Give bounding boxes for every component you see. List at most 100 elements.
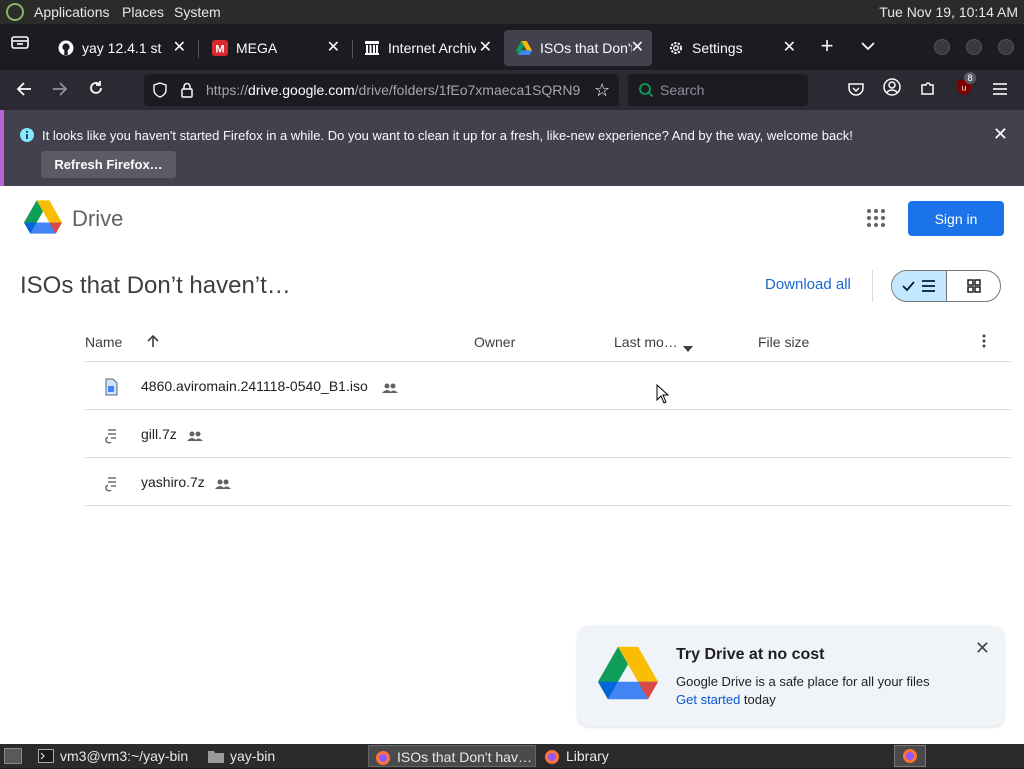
promo-body: Google Drive is a safe place for all you… (676, 674, 930, 707)
tab-github[interactable]: yay 12.4.1 still fai ✕ (46, 30, 194, 66)
svg-text:u: u (962, 84, 966, 93)
tab-strip: yay 12.4.1 still fai ✕ M MEGA ✕ Internet… (0, 24, 1024, 70)
google-drive-logo-icon (598, 646, 658, 705)
terminal-icon (38, 749, 54, 763)
pocket-icon[interactable] (844, 78, 868, 102)
tab-internet-archive[interactable]: Internet Archive ✕ (352, 30, 500, 66)
tab-title: Settings (692, 40, 743, 56)
close-icon[interactable]: ✕ (327, 37, 340, 57)
hamburger-menu-icon[interactable] (988, 78, 1012, 102)
search-placeholder: Search (660, 82, 705, 98)
ublock-origin-icon[interactable]: u 8 (952, 72, 976, 102)
google-drive-icon (516, 40, 532, 56)
sort-ascending-arrow-icon[interactable] (147, 334, 159, 353)
drive-page: Drive Sign in ISOs that Don’t haven’t… D… (0, 186, 1024, 744)
clock[interactable]: Tue Nov 19, 10:14 AM (879, 4, 1018, 20)
table-row[interactable]: 4860.aviromain.241118-0540_B1.iso (85, 362, 1011, 410)
back-arrow-icon[interactable] (12, 78, 36, 102)
distro-logo-icon[interactable] (6, 3, 24, 21)
window-minimize-icon[interactable] (934, 39, 950, 55)
refresh-firefox-button[interactable]: Refresh Firefox… (41, 151, 176, 178)
lock-icon[interactable] (180, 82, 194, 103)
column-header-last-modified[interactable]: Last mo… (614, 334, 678, 350)
taskbar-item-terminal[interactable]: vm3@vm3:~/yay-bin (32, 745, 198, 767)
folder-icon (208, 749, 224, 763)
table-row[interactable]: gill.7z (85, 410, 1011, 458)
search-engine-icon[interactable] (638, 82, 654, 103)
new-tab-icon[interactable]: + (815, 34, 839, 58)
close-icon[interactable]: ✕ (993, 124, 1008, 145)
view-toggle (891, 270, 1001, 302)
column-header-file-size[interactable]: File size (758, 334, 809, 350)
window-maximize-icon[interactable] (966, 39, 982, 55)
taskbar-label: ISOs that Don't hav… (397, 749, 532, 765)
more-options-icon[interactable] (982, 334, 986, 353)
shared-people-icon (382, 380, 398, 398)
tab-title: Internet Archive (388, 40, 476, 56)
tab-mega[interactable]: M MEGA ✕ (200, 30, 348, 66)
archive-icon (364, 40, 380, 56)
account-icon[interactable] (880, 78, 904, 102)
sign-in-button[interactable]: Sign in (908, 201, 1004, 236)
close-icon[interactable]: ✕ (975, 638, 990, 659)
taskbar-item-firefox-drive[interactable]: ISOs that Don't hav… (368, 745, 536, 767)
promo-suffix: today (740, 692, 776, 707)
close-icon[interactable]: ✕ (479, 37, 492, 57)
archive-file-icon (103, 474, 119, 492)
file-name[interactable]: gill.7z (141, 426, 177, 442)
window-close-icon[interactable] (998, 39, 1014, 55)
bookmark-star-icon[interactable]: ☆ (594, 80, 610, 101)
tab-settings[interactable]: Settings ✕ (656, 30, 804, 66)
taskbar-item-folder[interactable]: yay-bin (202, 745, 362, 767)
menu-places[interactable]: Places (122, 4, 164, 20)
sort-dropdown-icon[interactable] (683, 339, 693, 357)
taskbar-label: vm3@vm3:~/yay-bin (60, 748, 189, 764)
download-all-button[interactable]: Download all (765, 276, 851, 293)
extensions-puzzle-icon[interactable] (916, 78, 940, 102)
tab-overview-icon[interactable] (8, 34, 32, 58)
tracking-shield-icon[interactable] (152, 82, 168, 103)
system-top-panel: Applications Places System Tue Nov 19, 1… (0, 0, 1024, 24)
drive-brand[interactable]: Drive (72, 206, 123, 232)
table-row[interactable]: yashiro.7z (85, 458, 1011, 506)
close-icon[interactable]: ✕ (173, 37, 186, 57)
shared-people-icon (187, 428, 203, 446)
notification-bar: It looks like you haven't started Firefo… (0, 110, 1024, 186)
column-header-name[interactable]: Name (85, 334, 122, 350)
show-desktop-icon[interactable] (4, 748, 22, 764)
google-drive-logo-icon[interactable] (24, 200, 62, 239)
tab-title: yay 12.4.1 still fai (82, 40, 162, 56)
get-started-link[interactable]: Get started (676, 692, 740, 707)
iso-file-icon (103, 378, 119, 396)
navigation-toolbar: https://drive.google.com/drive/folders/1… (0, 70, 1024, 110)
workspace-switcher[interactable] (894, 745, 926, 767)
menu-system[interactable]: System (174, 4, 221, 20)
list-view-button[interactable] (892, 271, 947, 301)
tab-google-drive-active[interactable]: ISOs that Don't ✕ (504, 30, 652, 66)
notification-message: It looks like you haven't started Firefo… (42, 128, 853, 143)
close-icon[interactable]: ✕ (631, 37, 644, 57)
file-name[interactable]: yashiro.7z (141, 474, 205, 490)
try-drive-promo: Try Drive at no cost Google Drive is a s… (578, 626, 1004, 726)
column-header-owner[interactable]: Owner (474, 334, 515, 350)
forward-arrow-icon[interactable] (48, 78, 72, 102)
bottom-taskbar: vm3@vm3:~/yay-bin yay-bin ISOs that Don'… (0, 744, 1024, 768)
search-bar[interactable]: Search (628, 74, 808, 106)
url-bar[interactable]: https://drive.google.com/drive/folders/1… (144, 74, 619, 106)
shared-people-icon (215, 476, 231, 494)
firefox-icon (375, 750, 391, 765)
reload-icon[interactable] (84, 78, 108, 102)
menu-applications[interactable]: Applications (34, 4, 110, 20)
tab-title: MEGA (236, 40, 278, 56)
close-icon[interactable]: ✕ (783, 37, 796, 57)
taskbar-item-firefox-library[interactable]: Library (538, 745, 698, 767)
divider (872, 270, 873, 302)
file-name[interactable]: 4860.aviromain.241118-0540_B1.iso (141, 378, 368, 394)
apps-grid-icon[interactable] (866, 208, 886, 233)
tab-title: ISOs that Don't (540, 40, 632, 56)
svg-text:M: M (215, 44, 224, 56)
list-all-tabs-chevron-down-icon[interactable] (856, 34, 880, 58)
url-text[interactable]: https://drive.google.com/drive/folders/1… (206, 82, 582, 98)
grid-view-button[interactable] (947, 271, 1000, 301)
extension-badge: 8 (964, 72, 976, 84)
